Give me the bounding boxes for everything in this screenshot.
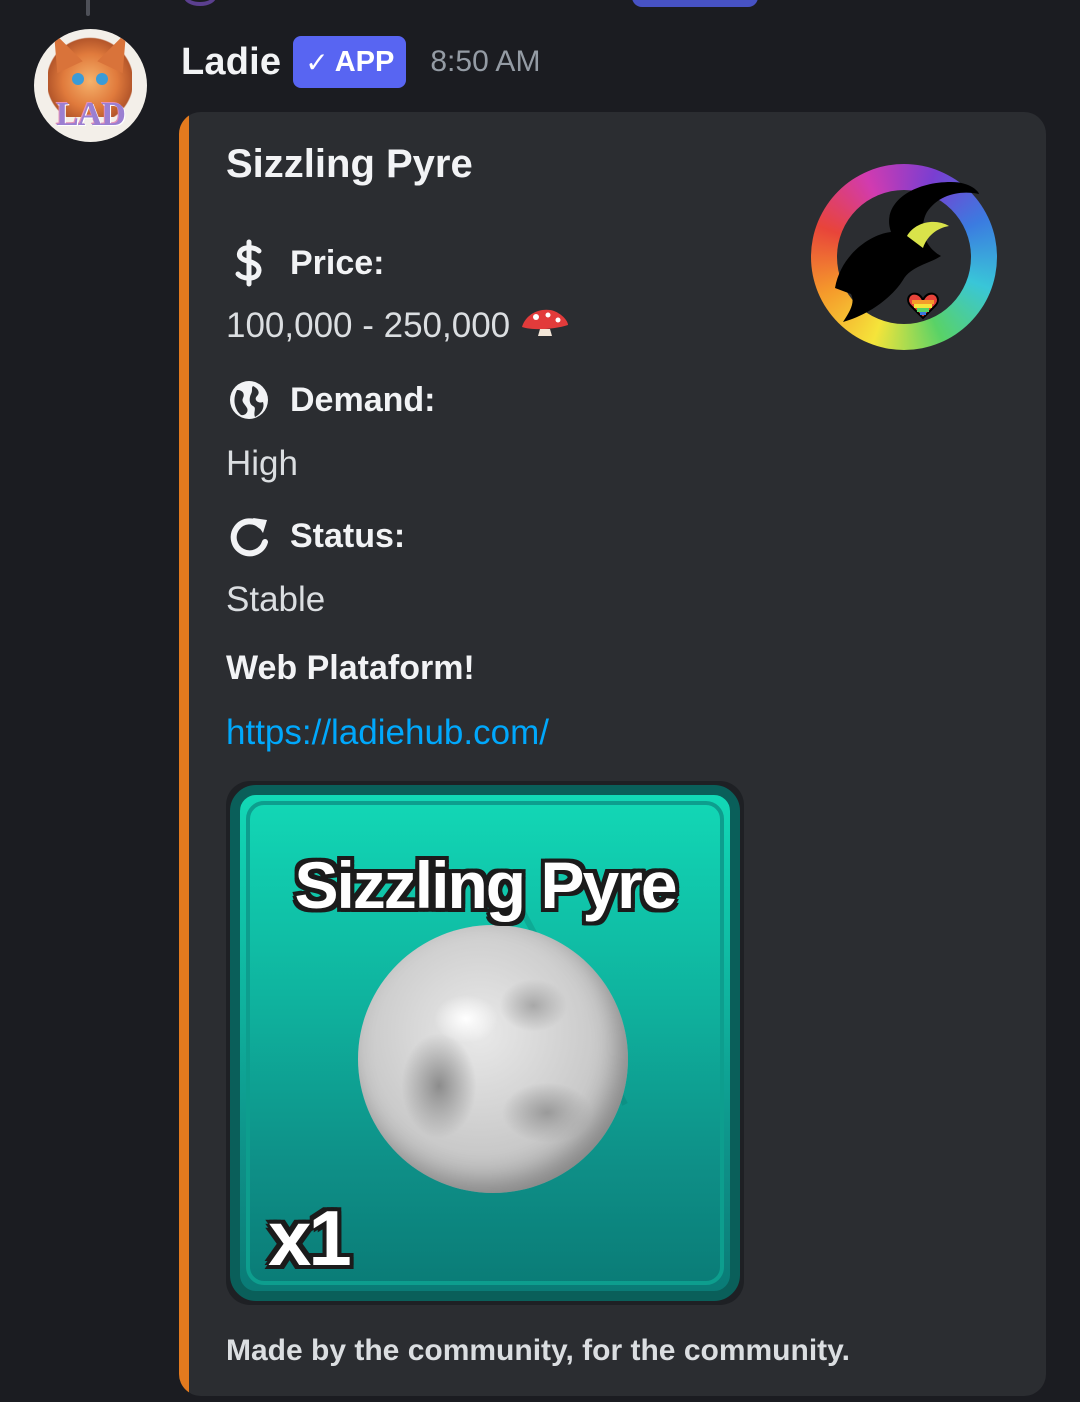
- item-image[interactable]: Sizzling Pyre x1: [226, 781, 744, 1305]
- embed-card: Sizzling Pyre Price: 100,000 - 250,000 D…: [179, 112, 1046, 1396]
- previous-message-icon: [184, 0, 216, 6]
- dollar-icon: [226, 239, 272, 287]
- avatar[interactable]: LAD: [34, 29, 147, 142]
- price-range-text: 100,000 - 250,000: [226, 306, 511, 345]
- field-demand-value: High: [226, 444, 298, 484]
- field-price-label: Price:: [226, 239, 385, 287]
- field-demand-label: Demand:: [226, 377, 435, 423]
- orb-icon: [358, 925, 628, 1193]
- field-demand-name: Demand:: [290, 380, 436, 419]
- field-status-label: Status:: [226, 513, 405, 559]
- embed-accent-bar: [179, 112, 189, 1396]
- field-price-name: Price:: [290, 243, 385, 282]
- dragon-logo-icon: [835, 182, 979, 322]
- check-icon: ✓: [305, 46, 329, 78]
- chat-view: LAD Ladie ✓ APP 8:50 AM Sizzling Pyre Pr…: [0, 0, 1080, 1402]
- embed-footer: Made by the community, for the community…: [226, 1334, 850, 1367]
- message-header: Ladie ✓ APP 8:50 AM: [181, 34, 540, 90]
- username[interactable]: Ladie: [181, 41, 281, 84]
- avatar-eye-left: [72, 73, 84, 85]
- previous-message-button[interactable]: [632, 0, 758, 7]
- field-status-name: Status:: [290, 516, 406, 555]
- item-quantity: x1: [268, 1194, 352, 1282]
- embed-title: Sizzling Pyre: [226, 142, 473, 186]
- item-card: Sizzling Pyre x1: [230, 784, 744, 1301]
- app-badge-label: APP: [334, 45, 395, 78]
- timestamp[interactable]: 8:50 AM: [430, 45, 540, 79]
- embed-thumbnail[interactable]: [811, 164, 997, 350]
- refresh-icon: [226, 513, 272, 559]
- avatar-eye-right: [96, 73, 108, 85]
- app-badge: ✓ APP: [293, 36, 407, 88]
- demand-text: High: [226, 444, 298, 483]
- field-price-value: 100,000 - 250,000: [226, 306, 570, 346]
- globe-icon: [226, 377, 272, 423]
- web-link[interactable]: https://ladiehub.com/: [226, 713, 549, 753]
- rainbow-heart-icon: [907, 292, 939, 320]
- avatar-text: LAD: [56, 96, 126, 133]
- reply-thread-line: [86, 0, 90, 16]
- field-status-value: Stable: [226, 580, 325, 620]
- item-image-title: Sizzling Pyre: [294, 848, 677, 922]
- status-text: Stable: [226, 580, 326, 619]
- mushroom-icon: [520, 306, 570, 346]
- web-platform-heading: Web Plataform!: [226, 649, 475, 687]
